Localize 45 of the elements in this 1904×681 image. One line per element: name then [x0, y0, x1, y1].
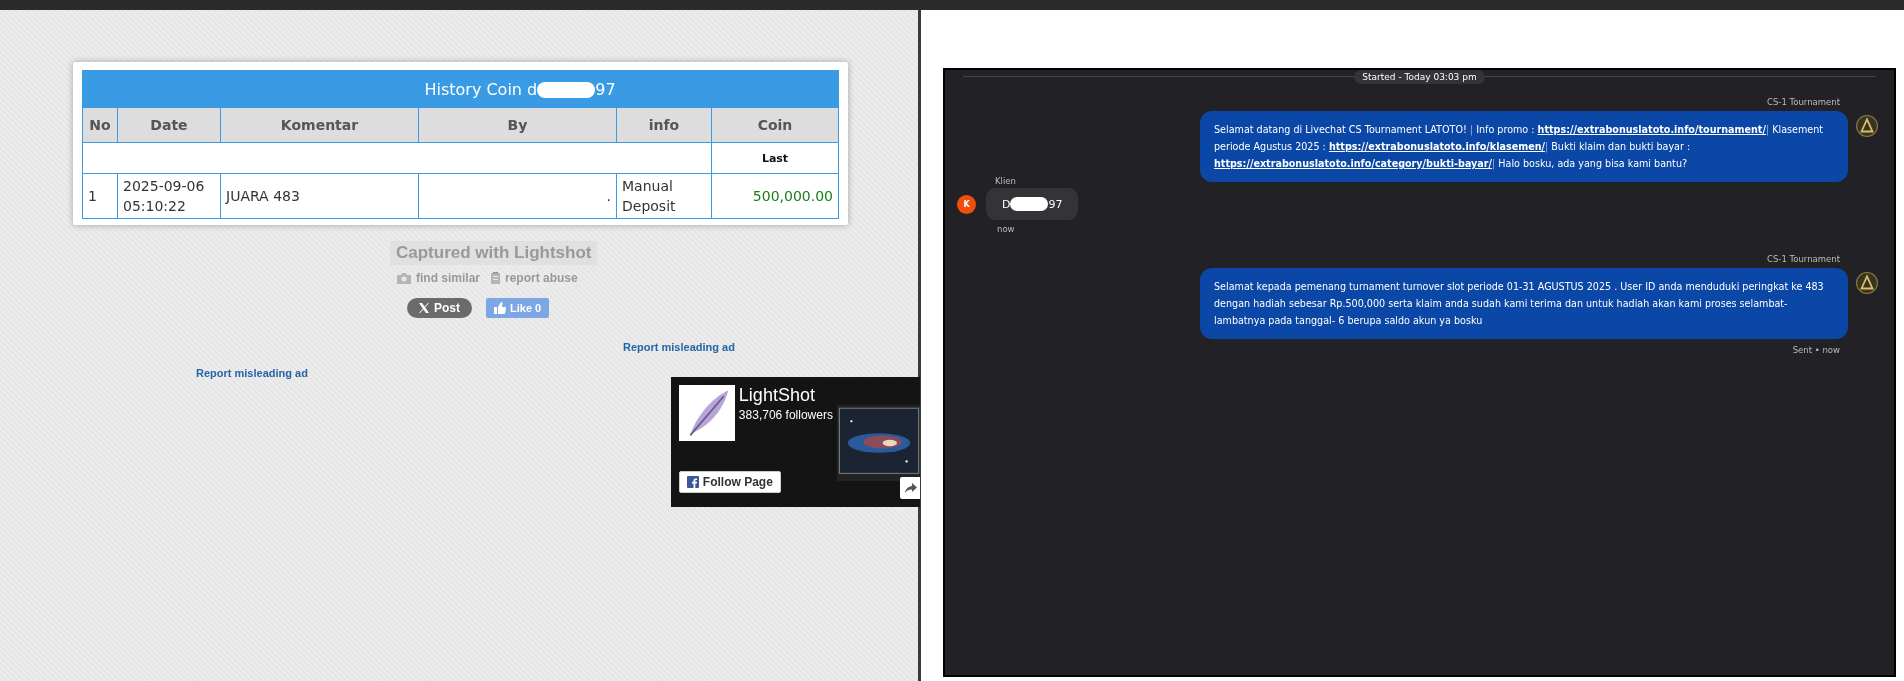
redaction-mark	[1010, 197, 1049, 211]
column-header: Date	[117, 107, 221, 143]
table-cell: 2025-09-06 05:10:22	[117, 173, 221, 219]
follow-page-button[interactable]: Follow Page	[678, 471, 781, 493]
report-ad-link[interactable]: Report misleading ad	[196, 367, 308, 379]
x-logo-icon	[419, 303, 429, 313]
session-start-label: Started - Today 03:03 pm	[1354, 70, 1485, 84]
client-avatar: K	[957, 194, 976, 214]
message-status: Sent • now	[1792, 345, 1840, 355]
message-bubble: Selamat datang di Livechat CS Tournament LATOTO! | Info promo : https://extrabonuslatoto.info/tournament/| Klasement periode Agustus 2025 : https://extrabonuslatoto.info/klasemen/| Bukti klaim dan bukti bayar : https://extrabonuslatoto.info/category/bukti-bayar/| Halo bosku, ada yang bisa kami bantu?	[1200, 111, 1848, 182]
column-header: info	[616, 107, 712, 143]
message-link[interactable]: https://extrabonuslatoto.info/tournament/	[1537, 124, 1766, 135]
column-header: Komentar	[220, 107, 419, 143]
column-header: By	[418, 107, 617, 143]
table-title: History Coin d 97	[82, 70, 839, 108]
agent-avatar-icon	[1856, 115, 1878, 137]
message-time: now	[997, 224, 1016, 234]
clipboard-icon	[491, 272, 500, 284]
table-cell: .	[418, 173, 617, 219]
sender-name: CS-1 Tournament	[1767, 254, 1840, 264]
caption-label: Captured with Lightshot	[390, 241, 598, 265]
thumbs-up-icon	[494, 302, 506, 314]
facebook-icon	[686, 476, 699, 488]
page-name[interactable]: LightShot	[738, 385, 833, 406]
table-cell: 500,000.00	[711, 173, 839, 219]
column-header: Coin	[711, 107, 839, 143]
table-cell: Manual Deposit	[616, 173, 712, 219]
table-cell: Last	[711, 142, 839, 174]
sender-name: CS-1 Tournament	[1767, 97, 1840, 107]
feather-logo-icon	[678, 385, 735, 441]
table-cell: 1	[82, 173, 118, 219]
column-header: No	[82, 107, 118, 143]
message-link[interactable]: https://extrabonuslatoto.info/klasemen/	[1328, 141, 1545, 152]
message-bubble: D 97	[986, 188, 1079, 220]
table-cell: JUARA 483	[220, 173, 419, 219]
followers-count: 383,706 followers	[738, 408, 833, 422]
share-icon	[904, 483, 917, 493]
camera-icon	[397, 272, 411, 284]
sender-name: Klien	[995, 176, 1017, 186]
report-ad-link[interactable]: Report misleading ad	[623, 341, 735, 353]
post-button[interactable]: Post	[407, 298, 472, 318]
agent-avatar-icon	[1856, 272, 1878, 294]
message-bubble: Selamat kepada pemenang turnament turnover slot periode 01-31 AGUSTUS 2025 . User ID anda menduduki peringkat ke 483 dengan hadiah sebesar Rp.500,000 serta klaim anda sudah kami terima dan untuk hadiah akan kami proses selambat-lambatnya pada tanggal- 6 berupa saldo akun ya bosku	[1200, 268, 1848, 339]
redaction-mark	[537, 82, 596, 98]
share-button[interactable]	[899, 477, 920, 499]
